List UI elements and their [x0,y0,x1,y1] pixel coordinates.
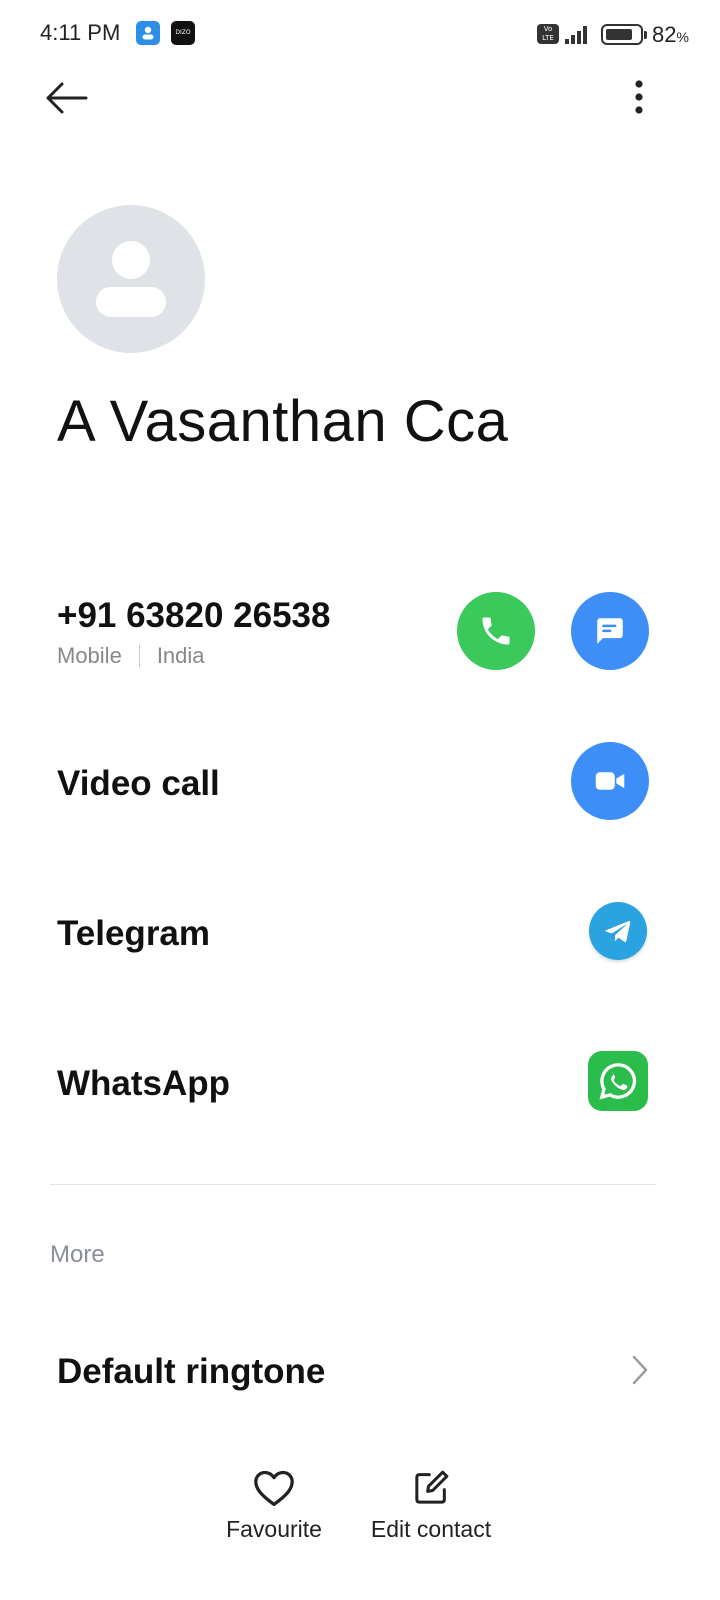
heart-icon [254,1470,294,1506]
volte-icon: Vo LTE [537,24,559,44]
avatar [57,205,205,353]
phone-type: Mobile [57,643,122,668]
contact-name: A Vasanthan Cca [57,389,509,454]
whatsapp-label[interactable]: WhatsApp [57,1064,230,1104]
edit-contact-button[interactable]: Edit contact [360,1468,502,1543]
video-call-label[interactable]: Video call [57,764,220,804]
edit-contact-label: Edit contact [370,1516,492,1542]
signal-icon [564,22,592,51]
battery-percent-unit: % [676,29,689,45]
default-ringtone-label[interactable]: Default ringtone [57,1352,325,1392]
call-button[interactable] [457,592,535,670]
message-icon [597,618,623,644]
divider [138,645,140,667]
more-options-button[interactable] [622,76,656,120]
phone-meta: Mobile India [57,643,205,669]
whatsapp-icon [599,1063,637,1100]
battery-icon [601,24,647,45]
status-time: 4:11 PM [40,20,121,45]
battery-fill [606,29,632,40]
telegram-button[interactable] [589,902,647,960]
battery-percent: 82% [652,22,689,48]
dizo-app-icon-text: DIZO [175,29,191,36]
chevron-right-icon[interactable] [626,1354,654,1391]
avatar-placeholder-icon [112,241,150,279]
message-button[interactable] [571,592,649,670]
favourite-button[interactable]: Favourite [214,1468,334,1543]
video-camera-icon [595,772,625,790]
contacts-app-icon [136,21,160,45]
phone-region: India [156,643,205,668]
back-arrow-icon [46,82,88,114]
whatsapp-button[interactable] [588,1051,648,1111]
favourite-label: Favourite [226,1516,322,1542]
telegram-icon [605,920,631,943]
more-section-header: More [50,1241,105,1268]
video-call-button[interactable] [571,742,649,820]
telegram-label[interactable]: Telegram [57,914,210,954]
phone-icon [482,617,510,645]
dizo-app-icon: DIZO [171,21,195,45]
phone-number[interactable]: +91 63820 26538 [57,596,330,636]
more-vertical-icon [635,80,643,114]
battery-percent-value: 82 [652,22,677,47]
back-button[interactable] [42,78,92,118]
edit-icon [415,1470,449,1504]
divider [50,1184,656,1185]
